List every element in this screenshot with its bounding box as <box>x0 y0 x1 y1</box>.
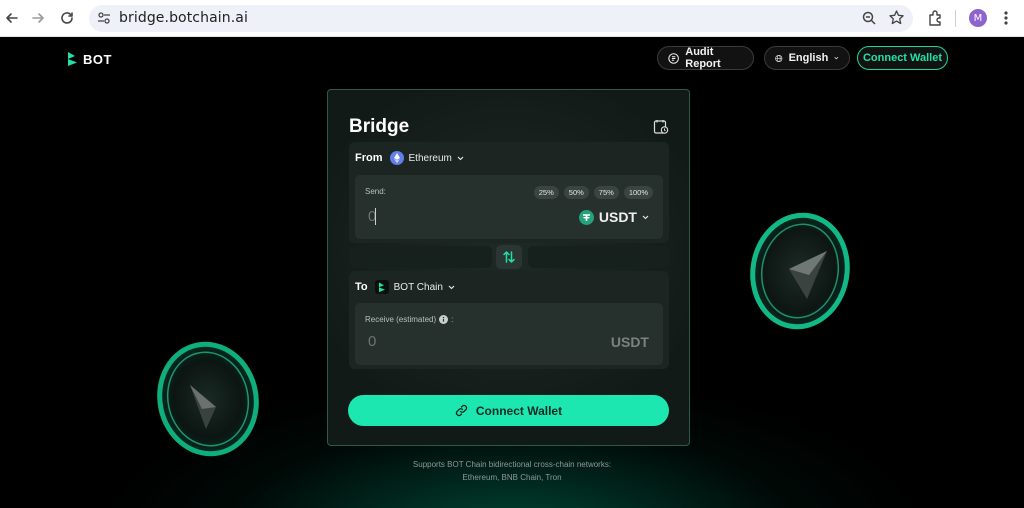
connect-wallet-button[interactable]: Connect Wallet <box>348 395 669 426</box>
receive-amount: 0 <box>368 333 377 350</box>
link-icon <box>455 404 467 417</box>
bookmark-star-icon[interactable] <box>888 9 905 31</box>
receive-token-label: USDT <box>610 334 649 350</box>
receive-label: Receive (estimated) <box>365 315 437 324</box>
back-icon[interactable] <box>2 8 22 28</box>
percent-75-button[interactable]: 75% <box>593 186 619 199</box>
audit-report-button[interactable]: Audit Report <box>657 46 754 70</box>
toolbar-divider <box>955 10 956 27</box>
site-settings-icon[interactable] <box>97 11 111 30</box>
botchain-icon <box>374 280 389 294</box>
language-label: English <box>788 52 829 64</box>
connect-wallet-label: Connect Wallet <box>475 403 563 418</box>
document-icon <box>668 52 679 64</box>
percent-25-button[interactable]: 25% <box>533 186 559 199</box>
percent-50-button[interactable]: 50% <box>563 186 589 199</box>
footer-networks-line2: Ethereum, BNB Chain, Tron <box>462 473 562 482</box>
profile-avatar[interactable]: M <box>969 9 987 27</box>
header-connect-wallet-button[interactable]: Connect Wallet <box>857 46 948 70</box>
tether-icon <box>578 209 594 225</box>
swap-icon <box>503 251 515 263</box>
chevron-down-icon <box>448 285 455 289</box>
divider-left <box>349 246 492 268</box>
text-cursor <box>375 208 376 225</box>
logo[interactable]: BOT <box>67 51 112 67</box>
percent-buttons: 25% 50% 75% 100% <box>533 186 653 199</box>
language-selector[interactable]: English <box>764 46 850 70</box>
bridge-card: Bridge From Ethereum Send: 25% 50% 75% 1… <box>327 89 690 446</box>
send-token-selector[interactable]: USDT <box>578 209 649 225</box>
forward-icon[interactable] <box>28 8 48 28</box>
chevron-down-icon <box>642 215 649 219</box>
from-chain-selector[interactable]: Ethereum <box>389 151 464 165</box>
page: BOT Audit Report English Connect Wallet <box>0 37 1024 508</box>
chevron-down-icon <box>834 56 839 60</box>
from-chain-label: Ethereum <box>408 152 452 164</box>
to-label: To <box>355 281 368 293</box>
divider-right <box>528 246 669 268</box>
to-chain-selector[interactable]: BOT Chain <box>374 280 455 294</box>
browser-toolbar: bridge.botchain.ai M <box>0 0 1024 37</box>
globe-icon <box>775 54 783 62</box>
extensions-icon[interactable] <box>927 9 945 32</box>
from-row: From Ethereum <box>355 151 464 165</box>
to-chain-label: BOT Chain <box>393 281 443 293</box>
ethereum-icon <box>389 151 404 165</box>
from-label: From <box>355 152 383 164</box>
receive-box: Receive (estimated) : 0 USDT <box>355 303 663 365</box>
from-panel: From Ethereum Send: 25% 50% 75% 100% 0 U… <box>349 142 669 243</box>
decorative-coin-left <box>157 341 259 457</box>
logo-text: BOT <box>83 51 112 67</box>
footer-networks-line1: Supports BOT Chain bidirectional cross-c… <box>412 460 612 469</box>
decorative-coin-right <box>750 212 850 330</box>
address-bar[interactable]: bridge.botchain.ai <box>89 5 913 32</box>
send-token-label: USDT <box>598 209 637 225</box>
audit-report-label: Audit Report <box>685 46 721 70</box>
info-icon[interactable] <box>439 315 449 324</box>
bridge-title: Bridge <box>349 116 410 137</box>
zoom-icon[interactable] <box>861 10 877 31</box>
to-row: To BOT Chain <box>355 280 455 294</box>
url-text[interactable]: bridge.botchain.ai <box>119 10 248 26</box>
to-panel: To BOT Chain Receive (estimated) : 0 USD… <box>349 271 669 369</box>
header-connect-wallet-label: Connect Wallet <box>862 52 943 64</box>
history-icon[interactable] <box>653 119 669 140</box>
send-label: Send: <box>365 187 386 196</box>
bot-logo-icon <box>68 52 77 66</box>
swap-direction-button[interactable] <box>496 245 522 269</box>
receive-label-row: Receive (estimated) : <box>365 315 453 324</box>
percent-100-button[interactable]: 100% <box>623 186 653 199</box>
reload-icon[interactable] <box>57 8 77 28</box>
receive-label-suffix: : <box>451 315 454 324</box>
chevron-down-icon <box>457 156 464 160</box>
menu-kebab-icon[interactable] <box>1000 9 1012 32</box>
send-box: Send: 25% 50% 75% 100% 0 USDT <box>355 175 663 239</box>
